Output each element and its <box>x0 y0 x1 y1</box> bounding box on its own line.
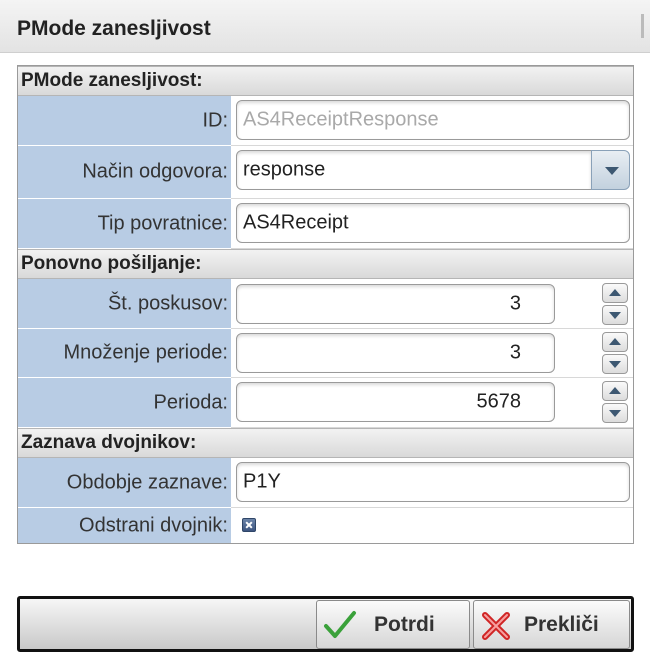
response-mode-value: response <box>243 158 326 181</box>
receipt-type-value: AS4Receipt <box>243 211 349 234</box>
confirm-label: Potrdi <box>374 612 435 636</box>
mode-label-cell: Način odgovora: <box>18 146 231 199</box>
period-stepper[interactable]: 5678 <box>236 382 555 422</box>
arrow-up-icon <box>609 387 621 394</box>
period-increment-button[interactable] <box>602 381 628 401</box>
window-label: Obdobje zaznave: <box>66 471 228 493</box>
id-field-value: AS4ReceiptResponse <box>243 108 439 131</box>
remove-duplicate-checkbox[interactable] <box>242 518 256 532</box>
confirm-button[interactable]: Potrdi <box>316 600 470 649</box>
close-icon[interactable] <box>641 14 650 38</box>
detection-window-field[interactable]: P1Y <box>236 462 630 502</box>
section-title: Zaznava dvojnikov: <box>21 432 197 453</box>
arrow-down-icon <box>609 361 621 368</box>
dialog-title: PMode zanesljivost <box>17 17 211 40</box>
receipt-label: Tip povratnice: <box>97 212 228 234</box>
cancel-button[interactable]: Prekliči <box>473 600 630 649</box>
section-header-reliability: PMode zanesljivost: <box>18 66 633 96</box>
mode-label: Način odgovora: <box>82 160 228 183</box>
attempts-label-cell: Št. poskusov: <box>18 279 231 329</box>
window-label-cell: Obdobje zaznave: <box>18 458 231 508</box>
section-header-duplicates: Zaznava dvojnikov: <box>18 428 633 458</box>
attempts-decrement-button[interactable] <box>602 305 628 325</box>
multiplier-label-cell: Množenje periode: <box>18 329 231 378</box>
remove-value-cell <box>231 508 633 543</box>
pmode-form: PMode zanesljivost: ID: AS4ReceiptRespon… <box>17 65 634 544</box>
dialog-footer: Potrdi Prekliči <box>17 596 634 652</box>
dialog-titlebar: PMode zanesljivost <box>0 0 650 53</box>
attempts-stepper[interactable]: 3 <box>236 284 555 324</box>
checkmark-icon <box>324 611 356 638</box>
detection-window-value: P1Y <box>243 470 281 493</box>
multiplier-stepper[interactable]: 3 <box>236 333 555 373</box>
receipt-type-field[interactable]: AS4Receipt <box>236 203 630 243</box>
receipt-label-cell: Tip povratnice: <box>18 199 231 249</box>
attempts-increment-button[interactable] <box>602 283 628 303</box>
id-field: AS4ReceiptResponse <box>236 100 630 140</box>
id-label-cell: ID: <box>18 96 231 146</box>
multiplier-label: Množenje periode: <box>63 341 228 364</box>
period-label: Perioda: <box>153 391 229 413</box>
period-value: 5678 <box>476 390 522 413</box>
response-mode-select[interactable]: response <box>236 150 592 190</box>
section-title: Ponovno pošiljanje: <box>21 253 202 274</box>
arrow-up-icon <box>609 289 621 296</box>
arrow-up-icon <box>609 338 621 345</box>
multiplier-value: 3 <box>509 341 521 364</box>
section-header-resend: Ponovno pošiljanje: <box>18 249 633 279</box>
multiplier-increment-button[interactable] <box>602 332 628 352</box>
dropdown-button[interactable] <box>591 150 630 190</box>
cancel-x-icon <box>482 612 510 640</box>
id-label: ID: <box>202 109 228 131</box>
chevron-down-icon <box>605 167 619 175</box>
remove-label-cell: Odstrani dvojnik: <box>18 508 231 543</box>
period-label-cell: Perioda: <box>18 378 231 428</box>
arrow-down-icon <box>609 312 621 319</box>
section-title: PMode zanesljivost: <box>21 70 203 91</box>
attempts-label: Št. poskusov: <box>107 292 228 314</box>
remove-duplicate-label: Odstrani dvojnik: <box>79 514 228 536</box>
arrow-down-icon <box>609 410 621 417</box>
multiplier-decrement-button[interactable] <box>602 354 628 374</box>
period-decrement-button[interactable] <box>602 403 628 423</box>
cancel-label: Prekliči <box>524 612 599 636</box>
attempts-value: 3 <box>509 292 521 315</box>
